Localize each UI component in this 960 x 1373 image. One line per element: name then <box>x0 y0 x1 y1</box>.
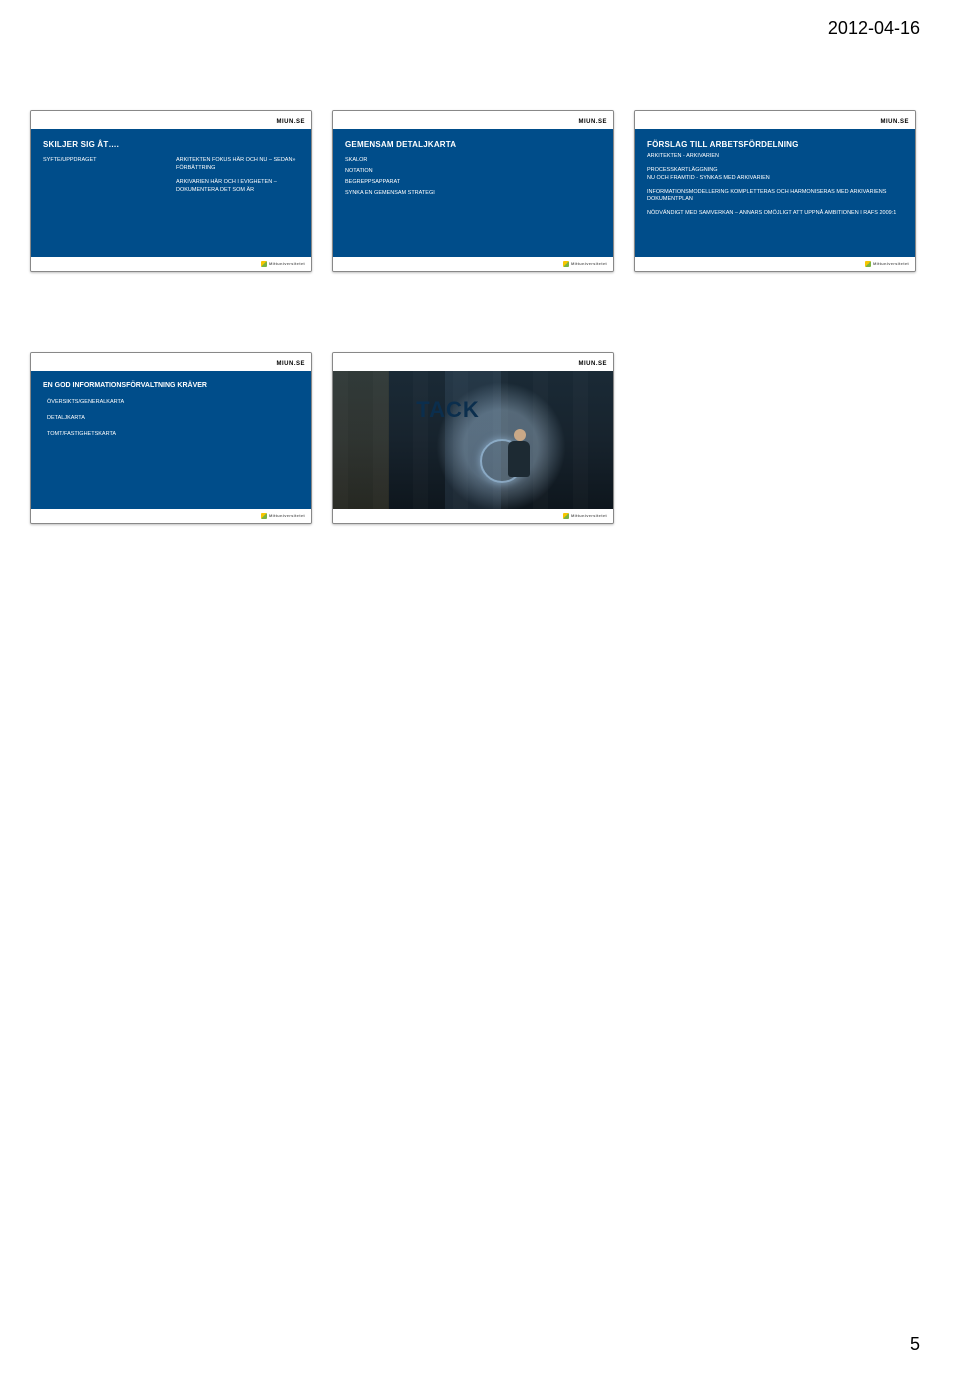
slide-title: EN GOD INFORMATIONSFÖRVALTNING KRÄVER <box>43 381 299 391</box>
brand-text: MIUN.SE <box>276 361 305 367</box>
col-right: ARKITEKTEN FOKUS HÄR OCH NU – SEDAN» FÖR… <box>176 157 299 201</box>
slide-body: EN GOD INFORMATIONSFÖRVALTNING KRÄVER ÖV… <box>31 371 311 509</box>
slide-header: MIUN.SE Mittuniversitetet <box>333 111 613 129</box>
brand-text: MIUN.SE <box>578 361 607 367</box>
line: ARKIVARIEN HÄR OCH I EVIGHETEN – DOKUMEN… <box>176 179 299 195</box>
footer-mark: Mittuniversitetet <box>261 513 305 519</box>
slide-title: GEMENSAM DETALJKARTA <box>345 139 601 151</box>
list-item: SYNKA EN GEMENSAM STRATEGI <box>345 190 601 198</box>
line: ARKITEKTEN FOKUS HÄR OCH NU – SEDAN» FÖR… <box>176 157 299 173</box>
slide-title: SKILJER SIG ÅT…. <box>43 139 299 151</box>
bullet-list: ÖVERSIKTS/GENERALKARTA DETALJKARTA TOMT/… <box>43 399 299 439</box>
block: NÖDVÄNDIGT MED SAMVERKAN – ANNARS OMÖJLI… <box>647 210 903 218</box>
slide-header: MIUN.SE Mittuniversitetet <box>31 353 311 371</box>
slide-header: MIUN.SE Mittuniversitetet <box>333 353 613 371</box>
slide-footer: Mittuniversitetet <box>333 257 613 271</box>
block: PROCESSKARTLÄGGNING NU OCH FRAMTID - SYN… <box>647 167 903 183</box>
slide-5: MIUN.SE Mittuniversitetet TACK Mittunive… <box>332 352 614 524</box>
slide-2: MIUN.SE Mittuniversitetet GEMENSAM DETAL… <box>332 110 614 272</box>
slide-footer: Mittuniversitetet <box>31 509 311 523</box>
slide-body: TACK <box>333 371 613 509</box>
torso-shape <box>508 441 530 477</box>
slide-body: FÖRSLAG TILL ARBETSFÖRDELNING ARKITEKTEN… <box>635 129 915 257</box>
head-shape <box>514 429 526 441</box>
slide-header: MIUN.SE Mittuniversitetet <box>635 111 915 129</box>
two-col: SYFTE/UPPDRAGET ARKITEKTEN FOKUS HÄR OCH… <box>43 157 299 201</box>
slide-footer: Mittuniversitetet <box>635 257 915 271</box>
slide-1: MIUN.SE Mittuniversitetet SKILJER SIG ÅT… <box>30 110 312 272</box>
slide-body: GEMENSAM DETALJKARTA SKALOR NOTATION BEG… <box>333 129 613 257</box>
slide-title: FÖRSLAG TILL ARBETSFÖRDELNING <box>647 139 903 151</box>
person-figure <box>498 421 540 481</box>
block: INFORMATIONSMODELLERING KOMPLETTERAS OCH… <box>647 189 903 205</box>
tack-background <box>333 371 613 509</box>
list-item: SKALOR <box>345 157 601 165</box>
list-item: ÖVERSIKTS/GENERALKARTA <box>47 399 299 407</box>
footer-mark: Mittuniversitetet <box>563 261 607 267</box>
tack-heading: TACK <box>416 394 479 426</box>
slide-4: MIUN.SE Mittuniversitetet EN GOD INFORMA… <box>30 352 312 524</box>
list-item: DETALJKARTA <box>47 415 299 423</box>
slide-body: SKILJER SIG ÅT…. SYFTE/UPPDRAGET ARKITEK… <box>31 129 311 257</box>
list-item: NOTATION <box>345 168 601 176</box>
bullet-list: SKALOR NOTATION BEGREPPSAPPARAT SYNKA EN… <box>345 157 601 198</box>
row-1: MIUN.SE Mittuniversitetet SKILJER SIG ÅT… <box>30 110 930 272</box>
brand-text: MIUN.SE <box>880 119 909 125</box>
row-2: MIUN.SE Mittuniversitetet EN GOD INFORMA… <box>30 352 930 524</box>
list-item: BEGREPPSAPPARAT <box>345 179 601 187</box>
col-left: SYFTE/UPPDRAGET <box>43 157 166 201</box>
footer-mark: Mittuniversitetet <box>563 513 607 519</box>
brand-text: MIUN.SE <box>276 119 305 125</box>
slide-grid: MIUN.SE Mittuniversitetet SKILJER SIG ÅT… <box>0 110 960 604</box>
footer-mark: Mittuniversitetet <box>865 261 909 267</box>
page-number: 5 <box>910 1334 920 1355</box>
footer-mark: Mittuniversitetet <box>261 261 305 267</box>
slide-3: MIUN.SE Mittuniversitetet FÖRSLAG TILL A… <box>634 110 916 272</box>
subtitle: ARKITEKTEN - ARKIVARIEN <box>647 153 903 161</box>
slide-footer: Mittuniversitetet <box>31 257 311 271</box>
slide-footer: Mittuniversitetet <box>333 509 613 523</box>
slide-header: MIUN.SE Mittuniversitetet <box>31 111 311 129</box>
header-date: 2012-04-16 <box>828 18 920 39</box>
brand-text: MIUN.SE <box>578 119 607 125</box>
list-item: TOMT/FASTIGHETSKARTA <box>47 431 299 439</box>
